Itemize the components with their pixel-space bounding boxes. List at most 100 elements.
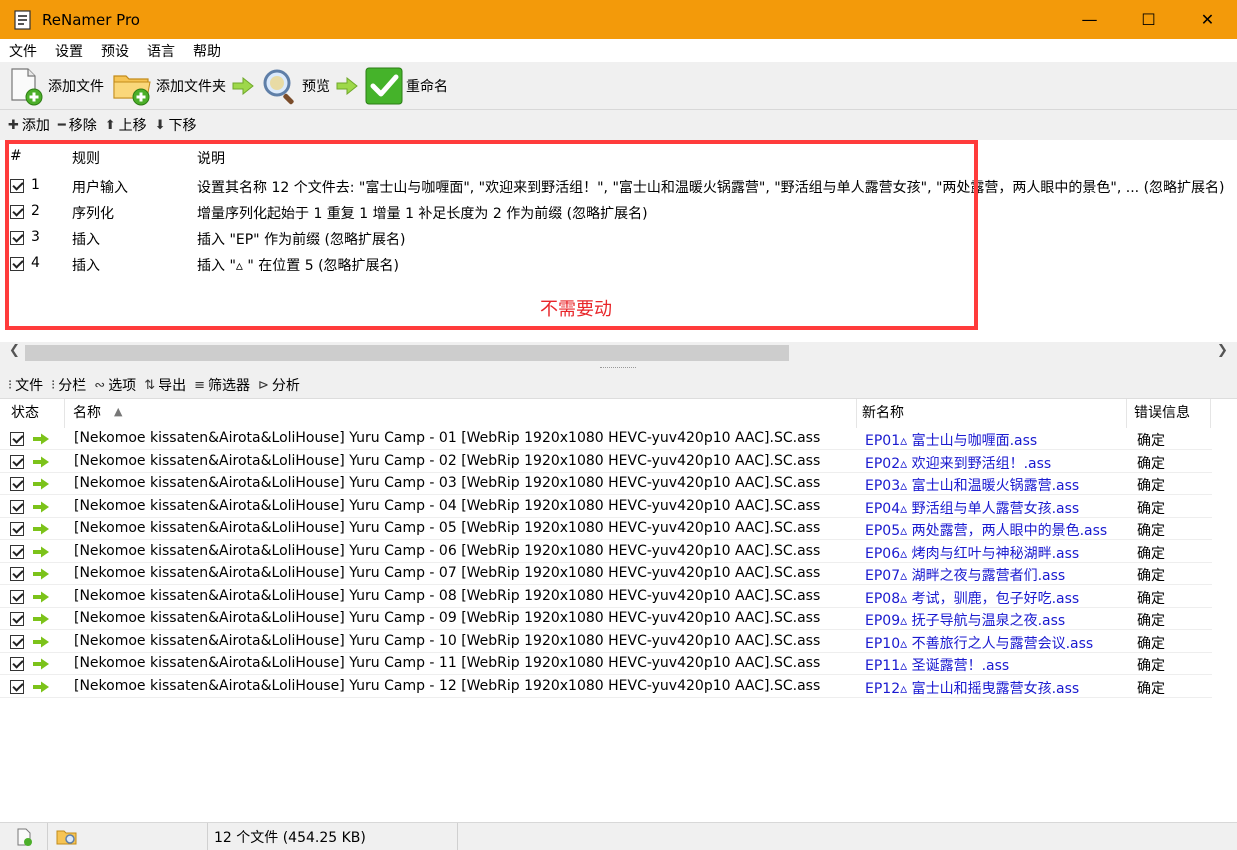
add-files-button[interactable]: 添加文件 (8, 63, 104, 109)
menu-help[interactable]: 帮助 (184, 41, 230, 61)
scroll-left-icon[interactable]: ❮ (9, 343, 20, 358)
menu-file[interactable]: 文件 (0, 41, 46, 61)
status-arrow-icon (33, 456, 49, 467)
table-row[interactable]: [Nekomoe kissaten&Airota&LoliHouse] Yuru… (0, 518, 1212, 540)
menu-presets[interactable]: 预设 (92, 41, 138, 61)
file-new-name: EP02▵ 欢迎来到野活组！.ass (865, 455, 1052, 472)
analyze-menu-label: 分析 (271, 378, 300, 394)
file-checkbox[interactable] (10, 567, 24, 581)
status-arrow-icon (33, 501, 49, 512)
status-folder-cell[interactable] (48, 823, 208, 850)
file-new-name: EP07▵ 湖畔之夜与露营者们.ass (865, 568, 1066, 584)
table-row[interactable]: [Nekomoe kissaten&Airota&LoliHouse] Yuru… (0, 428, 1212, 450)
filter-menu-label: 筛选器 (208, 378, 250, 394)
analyze-icon: ⊳ (258, 377, 269, 393)
table-row[interactable]: [Nekomoe kissaten&Airota&LoliHouse] Yuru… (0, 451, 1212, 473)
app-icon (12, 9, 34, 31)
file-error: 确定 (1137, 478, 1165, 494)
add-folder-icon (113, 74, 151, 105)
add-rule-button[interactable]: ✚ 添加 (8, 115, 50, 135)
remove-rule-label: 移除 (68, 118, 97, 134)
sort-ascending-icon: ▲ (114, 405, 123, 418)
columns-menu-button[interactable]: ⁝ 分栏 (51, 375, 86, 395)
col-separator (1210, 399, 1211, 428)
splitter-grip[interactable] (600, 367, 636, 369)
new-file-icon (17, 828, 32, 846)
file-name: [Nekomoe kissaten&Airota&LoliHouse] Yuru… (74, 655, 821, 671)
files-icon: ⁝ (8, 377, 13, 393)
maximize-button[interactable]: ☐ (1119, 0, 1178, 39)
file-checkbox[interactable] (10, 432, 24, 446)
table-row[interactable]: [Nekomoe kissaten&Airota&LoliHouse] Yuru… (0, 541, 1212, 563)
preview-label: 预览 (302, 78, 330, 95)
files-col-status[interactable]: 状态 (11, 402, 39, 422)
files-col-new-name[interactable]: 新名称 (862, 402, 904, 422)
status-arrow-icon (33, 681, 49, 692)
file-checkbox[interactable] (10, 499, 24, 514)
menu-language[interactable]: 语言 (138, 41, 184, 61)
table-row[interactable]: [Nekomoe kissaten&Airota&LoliHouse] Yuru… (0, 631, 1212, 653)
annotation-text: 不需要动 (540, 299, 612, 320)
filter-icon: ≡ (194, 377, 205, 393)
file-checkbox[interactable] (10, 634, 24, 649)
file-name: [Nekomoe kissaten&Airota&LoliHouse] Yuru… (74, 587, 821, 604)
file-new-name: EP04▵ 野活组与单人露营女孩.ass (865, 500, 1080, 517)
file-error: 确定 (1137, 455, 1165, 472)
add-rule-label: 添加 (21, 118, 50, 134)
status-arrow-icon (33, 523, 49, 535)
export-menu-button[interactable]: ⇅ 导出 (144, 375, 186, 395)
table-row[interactable]: [Nekomoe kissaten&Airota&LoliHouse] Yuru… (0, 586, 1212, 608)
file-name: [Nekomoe kissaten&Airota&LoliHouse] Yuru… (74, 632, 821, 649)
file-checkbox[interactable] (10, 544, 24, 559)
plus-icon: ✚ (8, 117, 19, 133)
file-new-name: EP12▵ 富士山和摇曳露营女孩.ass (865, 680, 1080, 697)
file-error: 确定 (1137, 680, 1165, 697)
table-row[interactable]: [Nekomoe kissaten&Airota&LoliHouse] Yuru… (0, 608, 1212, 630)
move-up-button[interactable]: ⬆ 上移 (105, 115, 147, 135)
remove-rule-button[interactable]: ━ 移除 (58, 115, 97, 135)
status-arrow-icon (33, 613, 49, 625)
preview-button[interactable]: 预览 (260, 63, 330, 109)
file-new-name: EP06▵ 烤肉与红叶与神秘湖畔.ass (865, 545, 1080, 562)
file-error: 确定 (1137, 545, 1165, 562)
analyze-menu-button[interactable]: ⊳ 分析 (258, 375, 300, 395)
file-error: 确定 (1137, 500, 1165, 517)
file-checkbox[interactable] (10, 477, 24, 491)
close-button[interactable]: ✕ (1178, 0, 1237, 39)
add-folder-button[interactable]: 添加文件夹 (112, 63, 226, 109)
file-checkbox[interactable] (10, 522, 24, 536)
table-row[interactable]: [Nekomoe kissaten&Airota&LoliHouse] Yuru… (0, 563, 1212, 585)
file-checkbox[interactable] (10, 657, 24, 671)
move-down-button[interactable]: ⬇ 下移 (155, 115, 197, 135)
minimize-button[interactable]: — (1060, 0, 1119, 39)
files-toolbar: ⁝ 文件 ⁝ 分栏 ∾ 选项 ⇅ 导出 ≡ 筛选器 ⊳ 分析 (0, 372, 1237, 398)
table-row[interactable]: [Nekomoe kissaten&Airota&LoliHouse] Yuru… (0, 473, 1212, 495)
status-summary-cell: 12 个文件 (454.25 KB) (208, 823, 458, 850)
filter-menu-button[interactable]: ≡ 筛选器 (194, 375, 250, 395)
files-col-error[interactable]: 错误信息 (1134, 402, 1190, 422)
options-menu-button[interactable]: ∾ 选项 (94, 375, 136, 395)
file-checkbox[interactable] (10, 612, 24, 626)
col-separator (64, 399, 65, 428)
file-checkbox[interactable] (10, 679, 24, 694)
file-name: [Nekomoe kissaten&Airota&LoliHouse] Yuru… (74, 565, 821, 581)
file-new-name: EP10▵ 不善旅行之人与露营会议.ass (865, 635, 1094, 652)
rename-button[interactable]: 重命名 (364, 63, 448, 109)
status-new-file-cell[interactable] (0, 823, 48, 850)
files-col-name[interactable]: 名称 (73, 402, 101, 422)
file-checkbox[interactable] (10, 454, 24, 469)
scrollbar-thumb[interactable] (25, 345, 789, 361)
file-error: 确定 (1137, 433, 1165, 449)
files-menu-button[interactable]: ⁝ 文件 (8, 375, 43, 395)
table-row[interactable]: [Nekomoe kissaten&Airota&LoliHouse] Yuru… (0, 676, 1212, 698)
table-row[interactable]: [Nekomoe kissaten&Airota&LoliHouse] Yuru… (0, 496, 1212, 518)
file-new-name: EP05▵ 两处露营，两人眼中的景色.ass (865, 523, 1108, 539)
file-checkbox[interactable] (10, 589, 24, 604)
rules-horizontal-scrollbar[interactable]: ❮ ❯ (0, 342, 1237, 364)
scroll-right-icon[interactable]: ❯ (1217, 343, 1228, 358)
table-row[interactable]: [Nekomoe kissaten&Airota&LoliHouse] Yuru… (0, 653, 1212, 675)
menu-settings[interactable]: 设置 (46, 41, 92, 61)
file-name: [Nekomoe kissaten&Airota&LoliHouse] Yuru… (74, 497, 821, 514)
panel-splitter[interactable] (0, 364, 1237, 372)
file-name: [Nekomoe kissaten&Airota&LoliHouse] Yuru… (74, 520, 821, 536)
